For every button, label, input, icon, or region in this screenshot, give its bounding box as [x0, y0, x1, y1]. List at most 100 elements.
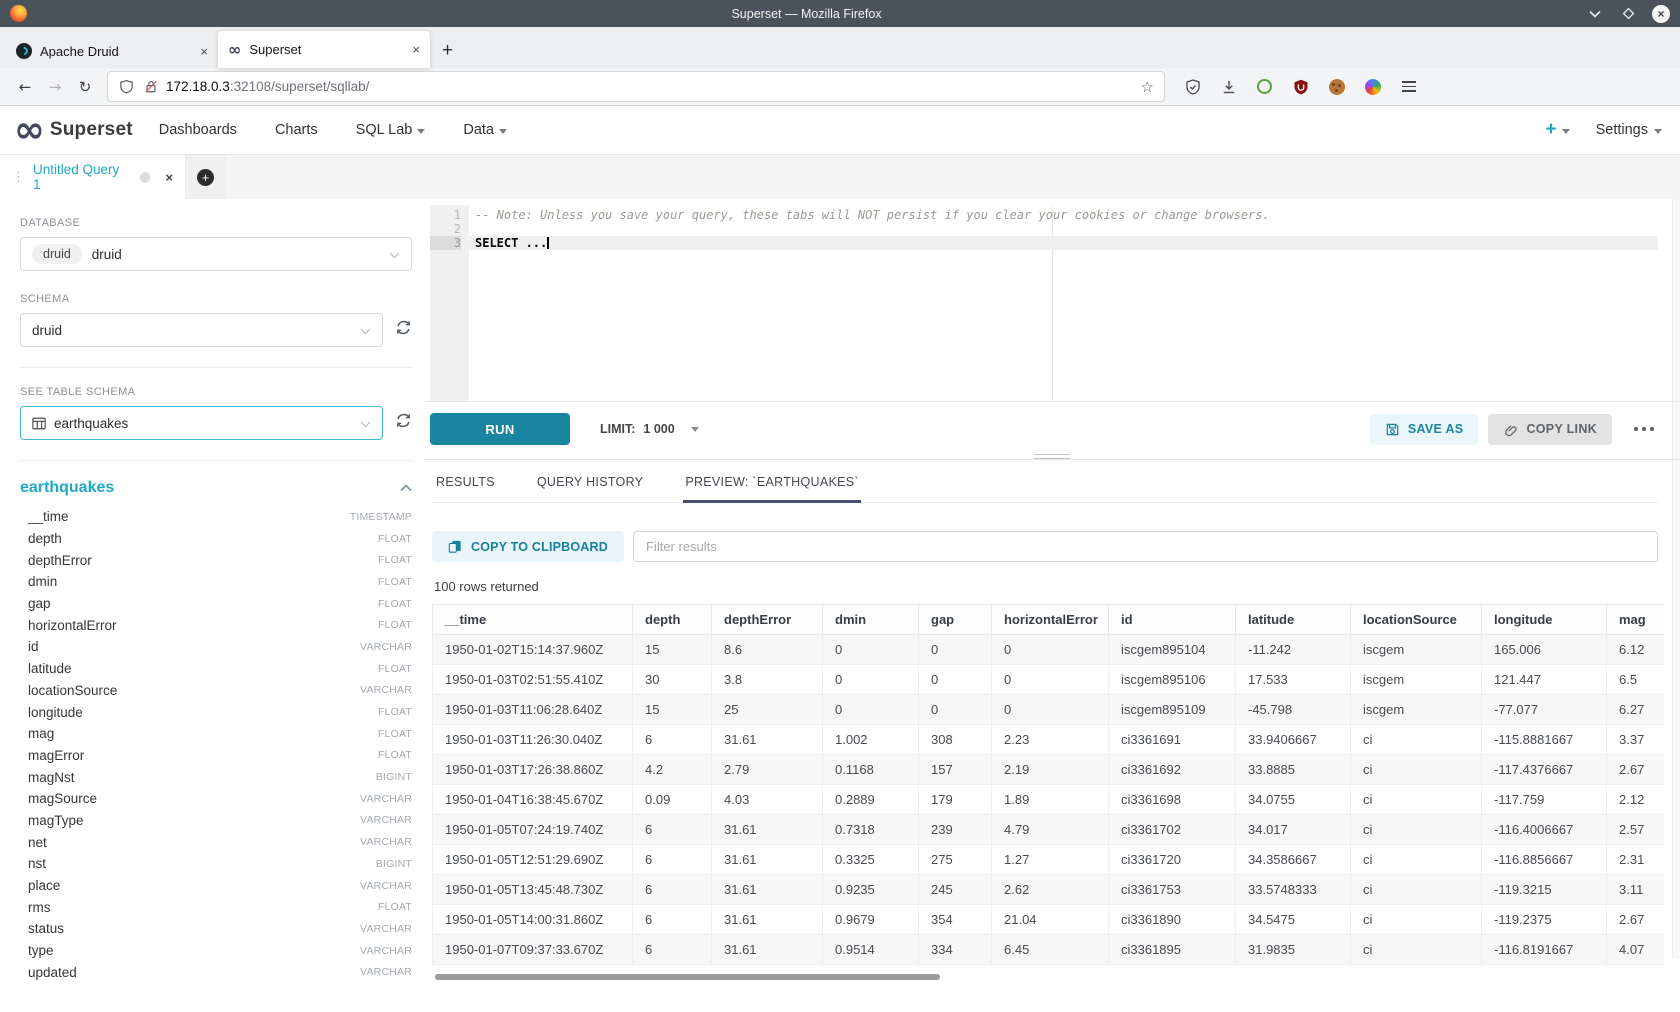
schema-column-row[interactable]: horizontalErrorFLOAT [20, 614, 412, 636]
table-cell: ci [1351, 845, 1482, 875]
table-cell: ci3361692 [1109, 755, 1236, 785]
refresh-tables-icon[interactable] [395, 412, 412, 434]
url-bar[interactable]: 172.18.0.3:32108/superset/sqllab/ ☆ [108, 72, 1164, 101]
shield-check-icon[interactable] [1184, 78, 1201, 95]
column-type: FLOAT [378, 533, 412, 545]
limit-dropdown[interactable]: LIMIT: 1 000 [600, 422, 699, 436]
settings-menu[interactable]: Settings [1596, 122, 1662, 138]
schema-column-row[interactable]: placeVARCHAR [20, 875, 412, 897]
schema-column-row[interactable]: __timeTIMESTAMP [20, 506, 412, 528]
browser-tab-superset[interactable]: ∞ Superset × [218, 31, 430, 68]
column-header-longitude[interactable]: longitude [1482, 605, 1607, 635]
column-header-dmin[interactable]: dmin [823, 605, 919, 635]
schema-column-row[interactable]: rmsFLOAT [20, 896, 412, 918]
nav-item-dashboards[interactable]: Dashboards [159, 122, 237, 138]
table-section-title[interactable]: earthquakes [20, 479, 114, 497]
schema-column-row[interactable]: dminFLOAT [20, 571, 412, 593]
window-close-button[interactable]: × [1652, 5, 1670, 23]
schema-column-row[interactable]: idVARCHAR [20, 636, 412, 658]
schema-column-row[interactable]: magSourceVARCHAR [20, 788, 412, 810]
insecure-lock-icon[interactable] [142, 78, 159, 95]
column-header-time[interactable]: __time [433, 605, 633, 635]
new-tab-button[interactable]: + [442, 40, 453, 62]
window-minimize-chevron-icon[interactable] [1586, 5, 1604, 23]
tab-preview-earthquakes[interactable]: PREVIEW: `EARTHQUAKES` [683, 472, 861, 503]
run-button[interactable]: RUN [430, 413, 570, 445]
chevron-up-icon[interactable] [400, 479, 412, 497]
more-options-icon[interactable] [1630, 427, 1658, 431]
tab-close-icon[interactable]: × [200, 44, 208, 59]
back-button[interactable]: ← [10, 72, 40, 102]
horizontal-scrollbar[interactable] [435, 974, 940, 980]
schema-select[interactable]: druid [20, 313, 383, 347]
column-header-depth[interactable]: depth [633, 605, 712, 635]
schema-column-row[interactable]: locationSourceVARCHAR [20, 680, 412, 702]
window-maximize-icon[interactable] [1619, 5, 1637, 23]
table-cell: 334 [919, 935, 992, 965]
filter-results-input[interactable] [633, 531, 1658, 562]
schema-column-row[interactable]: latitudeFLOAT [20, 658, 412, 680]
schema-column-row[interactable]: magTypeVARCHAR [20, 810, 412, 832]
query-tab-close-icon[interactable]: × [165, 170, 173, 185]
schema-column-row[interactable]: typeVARCHAR [20, 940, 412, 962]
add-new-button[interactable]: + [1545, 119, 1569, 141]
schema-column-row[interactable]: magNstBIGINT [20, 766, 412, 788]
tab-query-history[interactable]: QUERY HISTORY [535, 472, 645, 503]
superset-logo[interactable]: ∞ [14, 115, 45, 145]
database-select[interactable]: druid druid [20, 237, 412, 271]
menu-icon[interactable] [1400, 78, 1417, 95]
column-header-latitude[interactable]: latitude [1236, 605, 1351, 635]
schema-column-row[interactable]: updatedVARCHAR [20, 961, 412, 983]
rows-returned-status: 100 rows returned [434, 579, 1658, 594]
sql-editor[interactable]: 1 2 3 -- Note: Unless you save your quer… [430, 205, 1658, 401]
column-header-id[interactable]: id [1109, 605, 1236, 635]
tab-results[interactable]: RESULTS [434, 472, 497, 503]
copy-link-button[interactable]: COPY LINK [1488, 414, 1612, 445]
column-header-locationsource[interactable]: locationSource [1351, 605, 1482, 635]
column-header-horizontalerror[interactable]: horizontalError [992, 605, 1109, 635]
browser-tab-apache-druid[interactable]: Apache Druid × [6, 34, 218, 68]
column-header-gap[interactable]: gap [919, 605, 992, 635]
column-header-deptherror[interactable]: depthError [712, 605, 823, 635]
schema-column-row[interactable]: nstBIGINT [20, 853, 412, 875]
tracking-shield-icon[interactable] [118, 78, 135, 95]
superset-brand[interactable]: Superset [50, 119, 133, 141]
table-select[interactable]: earthquakes [20, 406, 383, 440]
extension-green-icon[interactable] [1256, 78, 1273, 95]
schema-column-row[interactable]: longitudeFLOAT [20, 701, 412, 723]
nav-item-sql-lab[interactable]: SQL Lab [356, 122, 426, 138]
nav-item-charts[interactable]: Charts [275, 122, 318, 138]
schema-column-row[interactable]: gapFLOAT [20, 593, 412, 615]
table-cell: 6 [633, 935, 712, 965]
reload-button[interactable]: ↻ [70, 72, 100, 102]
table-cell: 245 [919, 875, 992, 905]
schema-column-row[interactable]: depthErrorFLOAT [20, 549, 412, 571]
pinwheel-extension-icon[interactable] [1364, 78, 1381, 95]
forward-button[interactable]: → [40, 72, 70, 102]
schema-column-row[interactable]: magFLOAT [20, 723, 412, 745]
schema-column-row[interactable]: magErrorFLOAT [20, 745, 412, 767]
column-header-mag[interactable]: mag [1607, 605, 1665, 635]
ublock-shield-icon[interactable] [1292, 78, 1309, 95]
cookie-icon[interactable] [1328, 78, 1345, 95]
tab-close-icon[interactable]: × [412, 42, 420, 57]
copy-to-clipboard-button[interactable]: COPY TO CLIPBOARD [432, 531, 624, 562]
table-row: 1950-01-03T17:26:38.860Z4.22.790.1168157… [433, 755, 1665, 785]
chevron-down-icon [417, 129, 425, 134]
nav-item-data[interactable]: Data [463, 122, 507, 138]
gutter-line-number: 3 [430, 236, 461, 250]
nav-item-label: Charts [275, 122, 318, 138]
bookmark-star-icon[interactable]: ☆ [1141, 78, 1154, 96]
table-cell: 0.9235 [823, 875, 919, 905]
schema-column-row[interactable]: depthFLOAT [20, 528, 412, 550]
drag-handle-icon[interactable]: ⋮ [12, 170, 25, 185]
save-as-button[interactable]: SAVE AS [1370, 414, 1479, 445]
schema-column-row[interactable]: statusVARCHAR [20, 918, 412, 940]
add-query-tab-button[interactable]: + [186, 155, 226, 199]
download-icon[interactable] [1220, 78, 1237, 95]
refresh-schemas-icon[interactable] [395, 319, 412, 341]
query-tab-untitled-query-1[interactable]: ⋮ Untitled Query 1 × [0, 155, 186, 199]
table-cell: iscgem [1351, 695, 1482, 725]
schema-column-row[interactable]: netVARCHAR [20, 831, 412, 853]
column-name: id [28, 639, 39, 654]
